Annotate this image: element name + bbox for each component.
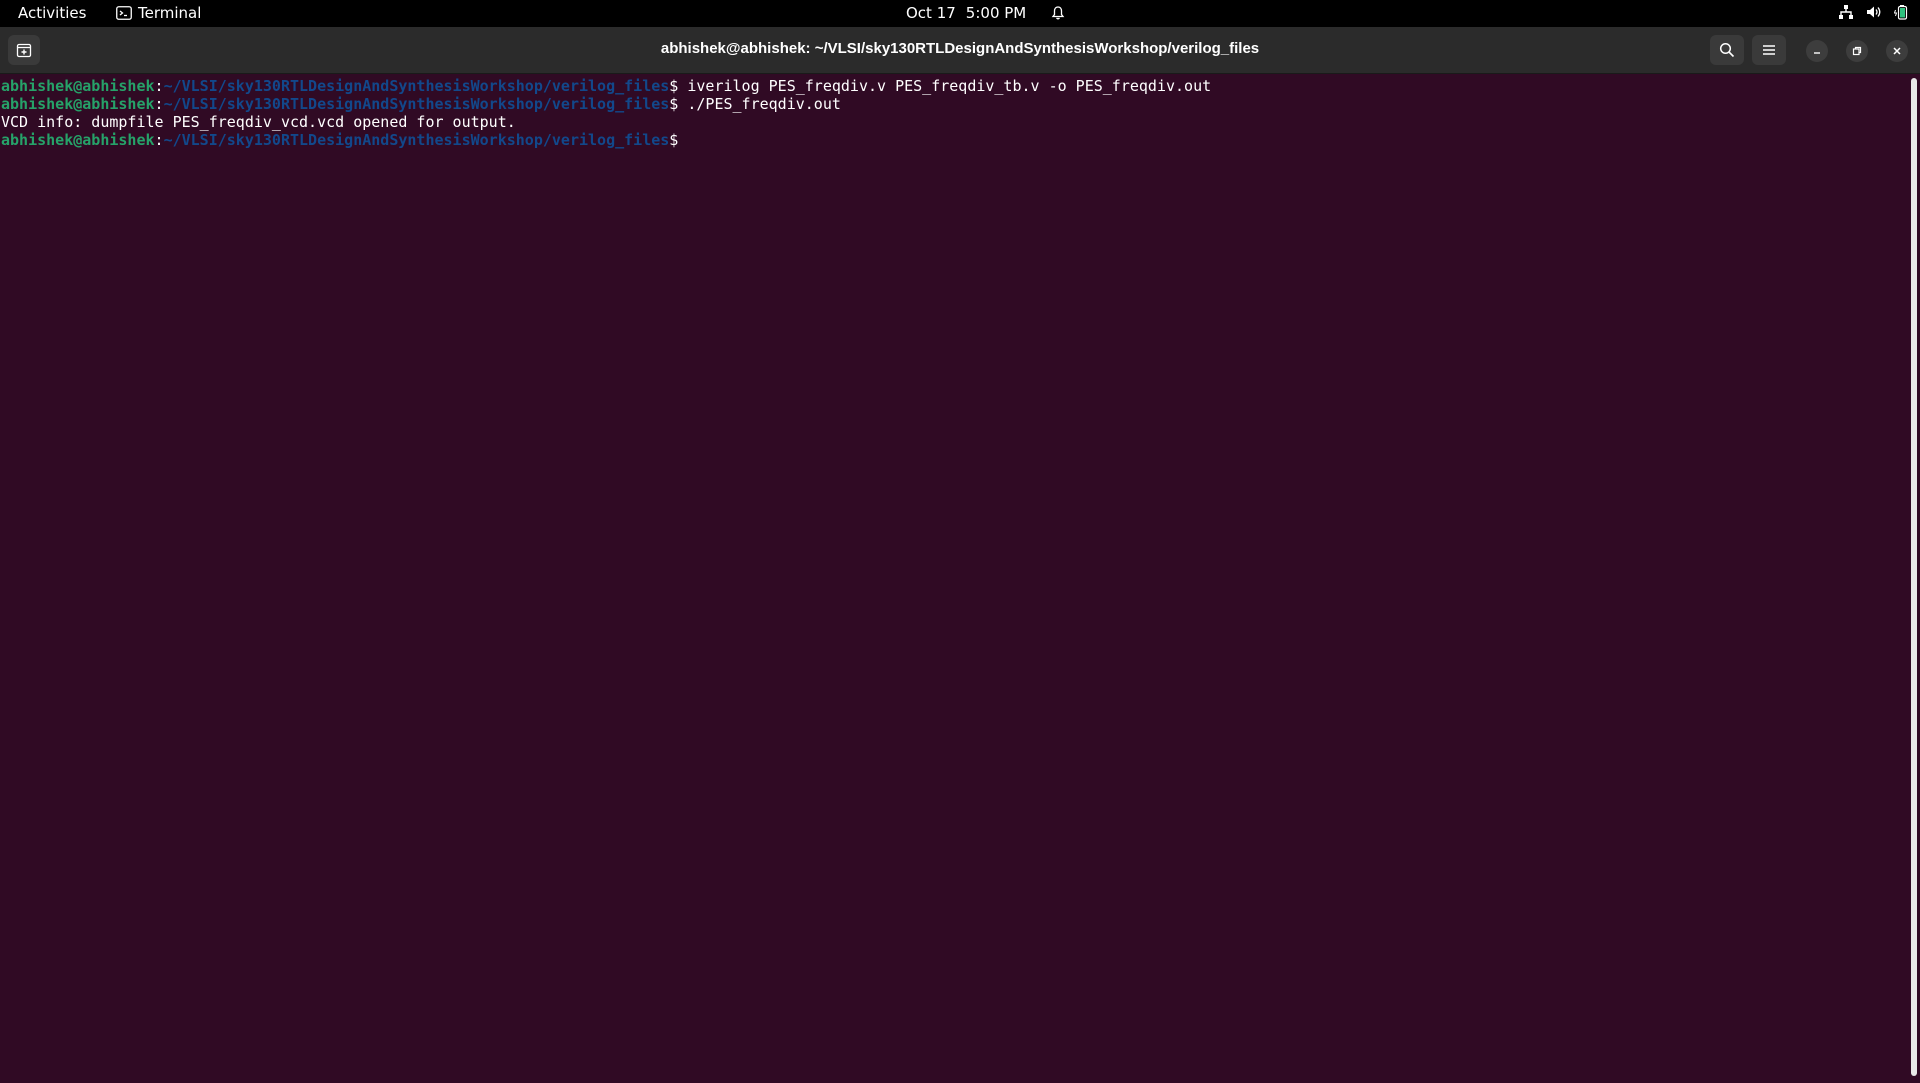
terminal-line: abhishek@abhishek:~/VLSI/sky130RTLDesign… (0, 95, 1906, 113)
prompt-user: abhishek@abhishek (1, 131, 155, 149)
prompt-colon: : (154, 95, 164, 113)
volume-icon (1866, 4, 1882, 20)
terminal-header-bar: abhishek@abhishek: ~/VLSI/sky130RTLDesig… (0, 27, 1920, 74)
battery-icon (1894, 4, 1910, 20)
prompt-colon: : (154, 131, 164, 149)
new-tab-button[interactable] (8, 35, 40, 65)
bell-icon (1050, 5, 1066, 21)
output-text: VCD info: dumpfile PES_freqdiv_vcd.vcd o… (1, 113, 516, 131)
restore-icon (1852, 46, 1862, 56)
top-bar: Activities Terminal Oct 17 5:00 PM (0, 0, 1920, 27)
clock[interactable]: Oct 17 5:00 PM (906, 4, 1066, 22)
terminal-line: abhishek@abhishek:~/VLSI/sky130RTLDesign… (0, 131, 1906, 149)
clock-time: 5:00 PM (965, 4, 1027, 22)
prompt-dollar: $ (669, 95, 679, 113)
app-menu[interactable]: Terminal (116, 4, 201, 22)
prompt-dollar: $ (669, 131, 679, 149)
prompt-user: abhishek@abhishek (1, 95, 155, 113)
minimize-button[interactable] (1806, 40, 1828, 62)
terminal-icon (116, 6, 132, 20)
terminal-line: abhishek@abhishek:~/VLSI/sky130RTLDesign… (0, 77, 1906, 95)
new-tab-icon (16, 42, 32, 58)
command-text: ./PES_freqdiv.out (678, 95, 841, 113)
prompt-path: ~/VLSI/sky130RTLDesignAndSynthesisWorksh… (163, 95, 670, 113)
command-text: iverilog PES_freqdiv.v PES_freqdiv_tb.v … (678, 77, 1212, 95)
minimize-icon (1812, 46, 1822, 56)
system-tray[interactable] (1838, 4, 1910, 20)
clock-date: Oct 17 (906, 4, 956, 22)
prompt-path: ~/VLSI/sky130RTLDesignAndSynthesisWorksh… (163, 131, 670, 149)
hamburger-menu-icon (1762, 43, 1776, 57)
terminal-line: VCD info: dumpfile PES_freqdiv_vcd.vcd o… (0, 113, 1906, 131)
close-icon (1892, 46, 1902, 56)
search-button[interactable] (1710, 35, 1744, 65)
prompt-path: ~/VLSI/sky130RTLDesignAndSynthesisWorksh… (163, 77, 670, 95)
search-icon (1719, 42, 1735, 58)
terminal-output[interactable]: abhishek@abhishek:~/VLSI/sky130RTLDesign… (0, 74, 1906, 1083)
activities-button[interactable]: Activities (18, 4, 86, 22)
close-button[interactable] (1886, 40, 1908, 62)
prompt-dollar: $ (669, 77, 679, 95)
app-menu-label: Terminal (138, 4, 202, 22)
prompt-colon: : (154, 77, 164, 95)
maximize-button[interactable] (1846, 40, 1868, 62)
main-menu-button[interactable] (1752, 35, 1786, 65)
terminal-scrollbar[interactable] (1911, 78, 1917, 1076)
prompt-user: abhishek@abhishek (1, 77, 155, 95)
window-title: abhishek@abhishek: ~/VLSI/sky130RTLDesig… (660, 40, 1260, 57)
network-icon (1838, 4, 1854, 20)
